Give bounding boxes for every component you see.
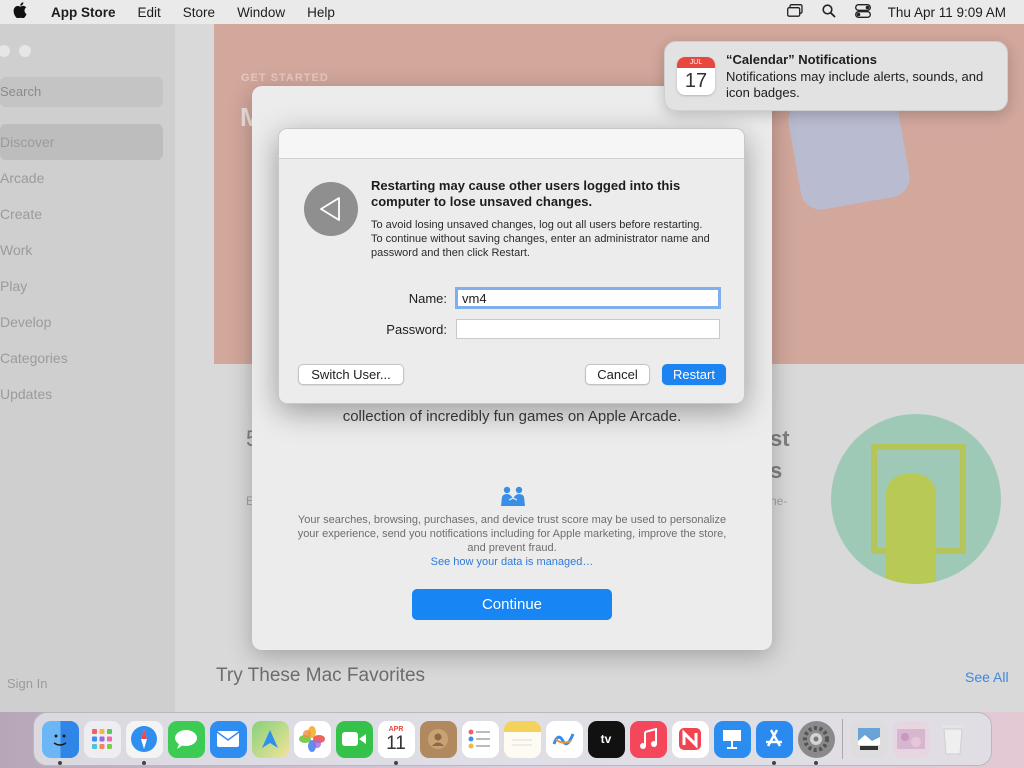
password-field[interactable] xyxy=(456,319,720,339)
menu-edit[interactable]: Edit xyxy=(127,5,172,20)
photos-icon[interactable] xyxy=(293,720,331,758)
freeform-icon[interactable] xyxy=(545,720,583,758)
sidebar-item-play[interactable]: Play xyxy=(0,268,163,304)
arcade-promo-text: collection of incredibly fun games on Ap… xyxy=(342,408,682,425)
sidebar-item-updates[interactable]: Updates xyxy=(0,376,163,412)
restart-auth-dialog: Restarting may cause other users logged … xyxy=(278,128,745,404)
screen-mirroring-icon[interactable] xyxy=(778,4,812,20)
sidebar-item-arcade[interactable]: Arcade xyxy=(0,160,163,196)
apple-menu-icon[interactable] xyxy=(0,2,40,22)
wallpaper-thumbnail-icon[interactable] xyxy=(892,720,930,758)
restart-warning-icon xyxy=(304,182,358,236)
privacy-handshake-icon xyxy=(500,486,526,508)
restart-button[interactable]: Restart xyxy=(662,364,726,385)
switch-user-button[interactable]: Switch User... xyxy=(298,364,404,385)
password-label: Password: xyxy=(386,322,447,337)
dock: APR 11 tv xyxy=(33,712,992,766)
trash-icon[interactable] xyxy=(935,721,972,758)
news-icon[interactable] xyxy=(671,720,709,758)
cancel-button[interactable]: Cancel xyxy=(585,364,650,385)
apple-tv-glyph: tv xyxy=(600,732,612,746)
preview-icon[interactable] xyxy=(850,720,888,758)
spotlight-search-icon[interactable] xyxy=(812,3,846,21)
sidebar-item-categories[interactable]: Categories xyxy=(0,340,163,376)
facetime-icon[interactable] xyxy=(335,720,373,758)
finder-icon[interactable] xyxy=(41,720,79,765)
dialog-message: To avoid losing unsaved changes, log out… xyxy=(371,219,710,259)
sidebar-item-develop[interactable]: Develop xyxy=(0,304,163,340)
menu-help[interactable]: Help xyxy=(296,5,346,20)
messages-icon[interactable] xyxy=(167,720,205,758)
sidebar-list: Discover Arcade Create Work Play Develop… xyxy=(0,124,163,412)
continue-button[interactable]: Continue xyxy=(412,589,612,620)
system-settings-icon[interactable] xyxy=(797,720,835,765)
notes-icon[interactable] xyxy=(503,720,541,758)
minimize-window-button[interactable] xyxy=(19,45,31,57)
privacy-notice: Your searches, browsing, purchases, and … xyxy=(297,514,727,554)
reminders-icon[interactable] xyxy=(461,720,499,758)
calendar-app-icon: JUL 17 xyxy=(677,57,715,95)
dialog-titlebar[interactable] xyxy=(279,129,744,159)
mail-icon[interactable] xyxy=(209,720,247,758)
dialog-headline: Restarting may cause other users logged … xyxy=(371,178,681,209)
featured-app-illustration[interactable] xyxy=(831,414,1001,584)
sign-in-link[interactable]: Sign In xyxy=(7,676,47,691)
menu-bar-clock[interactable]: Thu Apr 11 9:09 AM xyxy=(880,5,1006,20)
background-heading-right-1: st xyxy=(770,426,790,451)
menu-store[interactable]: Store xyxy=(172,5,226,20)
maps-icon[interactable] xyxy=(251,720,289,758)
name-field[interactable] xyxy=(455,287,721,309)
dock-separator xyxy=(842,719,843,759)
see-all-link[interactable]: See All xyxy=(965,669,1009,685)
dock-calendar-day: 11 xyxy=(386,732,406,754)
illustration-figure xyxy=(886,474,936,584)
sidebar: Search Discover Arcade Create Work Play … xyxy=(0,24,175,712)
calendar-icon-month: JUL xyxy=(677,57,715,68)
notification-title: “Calendar” Notifications xyxy=(726,52,877,67)
keynote-icon[interactable] xyxy=(713,720,751,758)
hero-eyebrow: GET STARTED xyxy=(241,72,329,84)
calendar-icon[interactable]: APR 11 xyxy=(377,720,415,765)
sidebar-item-discover[interactable]: Discover xyxy=(0,124,163,160)
menu-bar: App Store Edit Store Window Help Thu Apr… xyxy=(0,0,1024,24)
name-label: Name: xyxy=(408,291,447,306)
contacts-icon[interactable] xyxy=(419,720,457,758)
background-text-right: ne- xyxy=(770,494,788,508)
window-controls xyxy=(0,45,31,57)
menu-window[interactable]: Window xyxy=(226,5,296,20)
launchpad-icon[interactable] xyxy=(83,720,121,758)
close-window-button[interactable] xyxy=(0,45,10,57)
menu-app-name[interactable]: App Store xyxy=(40,5,127,20)
app-store-icon[interactable] xyxy=(755,720,793,765)
sidebar-search-field[interactable]: Search xyxy=(0,77,163,107)
calendar-notification[interactable]: JUL 17 “Calendar” Notifications Notifica… xyxy=(664,41,1008,111)
control-center-icon[interactable] xyxy=(846,3,880,21)
music-icon[interactable] xyxy=(629,720,667,758)
section-title: Try These Mac Favorites xyxy=(216,665,426,686)
calendar-icon-day: 17 xyxy=(684,70,708,92)
sidebar-item-create[interactable]: Create xyxy=(0,196,163,232)
notification-text: Notifications may include alerts, sounds… xyxy=(726,69,984,100)
privacy-data-link[interactable]: See how your data is managed… xyxy=(252,556,772,568)
apple-tv-icon[interactable]: tv xyxy=(587,720,625,758)
safari-icon[interactable] xyxy=(125,720,163,765)
sidebar-item-work[interactable]: Work xyxy=(0,232,163,268)
